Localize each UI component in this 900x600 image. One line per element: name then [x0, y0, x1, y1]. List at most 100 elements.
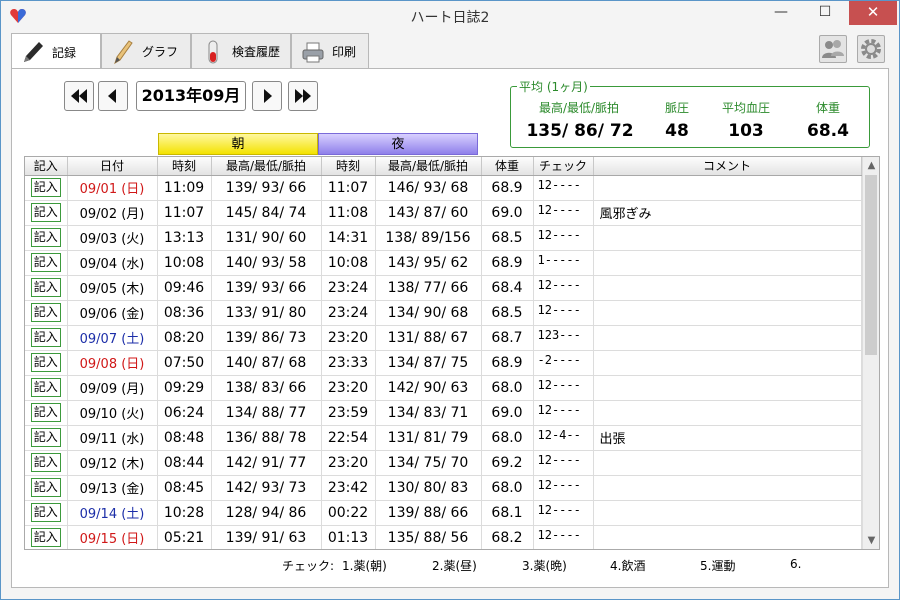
pm-time-cell[interactable]: 11:08	[321, 200, 376, 226]
pm-time-cell[interactable]: 10:08	[321, 250, 376, 276]
table-row[interactable]: 記入 09/15 (日) 05:21 139/ 91/ 63 01:13 135/ 88/…	[25, 525, 862, 549]
am-bp-cell[interactable]: 145/ 84/ 74	[211, 200, 322, 226]
table-row[interactable]: 記入 09/05 (木) 09:46 139/ 93/ 66 23:24 138/ 77/…	[25, 275, 862, 301]
entry-button[interactable]: 記入	[30, 353, 61, 372]
table-row[interactable]: 記入 09/14 (土) 10:28 128/ 94/ 86 00:22 139/ 88/…	[25, 500, 862, 526]
prev-month-button[interactable]	[98, 81, 128, 111]
am-bp-cell[interactable]: 128/ 94/ 86	[211, 500, 322, 526]
table-row[interactable]: 記入 09/10 (火) 06:24 134/ 88/ 77 23:59 134/ 83/…	[25, 400, 862, 426]
weight-cell[interactable]: 68.5	[481, 225, 534, 251]
weight-cell[interactable]: 69.2	[481, 450, 534, 476]
weight-cell[interactable]: 68.9	[481, 250, 534, 276]
check-cell[interactable]: 12----	[533, 225, 594, 251]
weight-cell[interactable]: 68.9	[481, 350, 534, 376]
comment-cell[interactable]	[593, 325, 862, 351]
pm-bp-cell[interactable]: 134/ 75/ 70	[375, 450, 482, 476]
check-cell[interactable]: 12----	[533, 475, 594, 501]
am-time-cell[interactable]: 09:46	[157, 275, 212, 301]
check-cell[interactable]: 12----	[533, 525, 594, 549]
pm-bp-cell[interactable]: 131/ 81/ 79	[375, 425, 482, 451]
vertical-scrollbar[interactable]: ▲ ▼	[862, 157, 879, 549]
col-header-pm-bp[interactable]: 最高/最低/脈拍	[375, 157, 482, 176]
am-time-cell[interactable]: 10:08	[157, 250, 212, 276]
check-cell[interactable]: 12----	[533, 175, 594, 201]
tab-test-history[interactable]: 検査履歴	[191, 33, 291, 69]
check-cell[interactable]: -2----	[533, 350, 594, 376]
pm-bp-cell[interactable]: 131/ 88/ 67	[375, 325, 482, 351]
weight-cell[interactable]: 68.0	[481, 425, 534, 451]
am-bp-cell[interactable]: 140/ 87/ 68	[211, 350, 322, 376]
check-cell[interactable]: 123---	[533, 325, 594, 351]
pm-bp-cell[interactable]: 130/ 80/ 83	[375, 475, 482, 501]
am-time-cell[interactable]: 11:07	[157, 200, 212, 226]
pm-bp-cell[interactable]: 134/ 90/ 68	[375, 300, 482, 326]
comment-cell[interactable]	[593, 175, 862, 201]
weight-cell[interactable]: 68.5	[481, 300, 534, 326]
am-time-cell[interactable]: 05:21	[157, 525, 212, 549]
pm-time-cell[interactable]: 23:24	[321, 275, 376, 301]
col-header-entry[interactable]: 記入	[25, 157, 68, 176]
entry-button[interactable]: 記入	[30, 253, 61, 272]
col-header-comment[interactable]: コメント	[593, 157, 862, 176]
comment-cell[interactable]	[593, 350, 862, 376]
am-time-cell[interactable]: 08:44	[157, 450, 212, 476]
comment-cell[interactable]: 出張	[593, 425, 862, 451]
am-bp-cell[interactable]: 134/ 88/ 77	[211, 400, 322, 426]
table-row[interactable]: 記入 09/08 (日) 07:50 140/ 87/ 68 23:33 134/ 87/…	[25, 350, 862, 376]
table-row[interactable]: 記入 09/13 (金) 08:45 142/ 93/ 73 23:42 130/ 80/…	[25, 475, 862, 501]
check-cell[interactable]: 12----	[533, 400, 594, 426]
weight-cell[interactable]: 68.7	[481, 325, 534, 351]
entry-button[interactable]: 記入	[30, 203, 61, 222]
entry-button[interactable]: 記入	[30, 228, 61, 247]
am-bp-cell[interactable]: 139/ 91/ 63	[211, 525, 322, 549]
check-cell[interactable]: 12----	[533, 275, 594, 301]
pm-time-cell[interactable]: 00:22	[321, 500, 376, 526]
col-header-weight[interactable]: 体重	[481, 157, 534, 176]
pm-time-cell[interactable]: 23:20	[321, 325, 376, 351]
pm-bp-cell[interactable]: 138/ 77/ 66	[375, 275, 482, 301]
table-row[interactable]: 記入 09/03 (火) 13:13 131/ 90/ 60 14:31 138/ 89/…	[25, 225, 862, 251]
entry-button[interactable]: 記入	[30, 303, 61, 322]
pm-time-cell[interactable]: 23:33	[321, 350, 376, 376]
comment-cell[interactable]	[593, 275, 862, 301]
am-bp-cell[interactable]: 139/ 93/ 66	[211, 175, 322, 201]
pm-time-cell[interactable]: 22:54	[321, 425, 376, 451]
last-month-button[interactable]	[288, 81, 318, 111]
table-row[interactable]: 記入 09/06 (金) 08:36 133/ 91/ 80 23:24 134/ 90/…	[25, 300, 862, 326]
comment-cell[interactable]	[593, 475, 862, 501]
entry-button[interactable]: 記入	[30, 178, 61, 197]
pm-time-cell[interactable]: 01:13	[321, 525, 376, 549]
am-bp-cell[interactable]: 133/ 91/ 80	[211, 300, 322, 326]
am-time-cell[interactable]: 08:45	[157, 475, 212, 501]
tab-graph[interactable]: グラフ	[101, 33, 191, 69]
am-time-cell[interactable]: 07:50	[157, 350, 212, 376]
tab-record[interactable]: 記録	[11, 33, 101, 70]
pm-time-cell[interactable]: 23:24	[321, 300, 376, 326]
pm-time-cell[interactable]: 23:20	[321, 450, 376, 476]
entry-button[interactable]: 記入	[30, 503, 61, 522]
am-time-cell[interactable]: 08:20	[157, 325, 212, 351]
entry-button[interactable]: 記入	[30, 378, 61, 397]
pm-bp-cell[interactable]: 135/ 88/ 56	[375, 525, 482, 549]
pm-bp-cell[interactable]: 143/ 95/ 62	[375, 250, 482, 276]
weight-cell[interactable]: 69.0	[481, 400, 534, 426]
pm-bp-cell[interactable]: 142/ 90/ 63	[375, 375, 482, 401]
table-row[interactable]: 記入 09/01 (日) 11:09 139/ 93/ 66 11:07 146/ 93/…	[25, 175, 862, 201]
am-time-cell[interactable]: 09:29	[157, 375, 212, 401]
am-bp-cell[interactable]: 136/ 88/ 78	[211, 425, 322, 451]
am-bp-cell[interactable]: 139/ 86/ 73	[211, 325, 322, 351]
pm-bp-cell[interactable]: 134/ 83/ 71	[375, 400, 482, 426]
check-cell[interactable]: 12----	[533, 375, 594, 401]
pm-time-cell[interactable]: 11:07	[321, 175, 376, 201]
comment-cell[interactable]	[593, 375, 862, 401]
maximize-button[interactable]: ☐	[803, 1, 847, 25]
am-bp-cell[interactable]: 142/ 93/ 73	[211, 475, 322, 501]
check-cell[interactable]: 12----	[533, 500, 594, 526]
am-time-cell[interactable]: 06:24	[157, 400, 212, 426]
comment-cell[interactable]	[593, 225, 862, 251]
pm-bp-cell[interactable]: 146/ 93/ 68	[375, 175, 482, 201]
col-header-pm-time[interactable]: 時刻	[321, 157, 376, 176]
comment-cell[interactable]: 風邪ぎみ	[593, 200, 862, 226]
users-button[interactable]	[819, 35, 847, 63]
pm-time-cell[interactable]: 23:59	[321, 400, 376, 426]
